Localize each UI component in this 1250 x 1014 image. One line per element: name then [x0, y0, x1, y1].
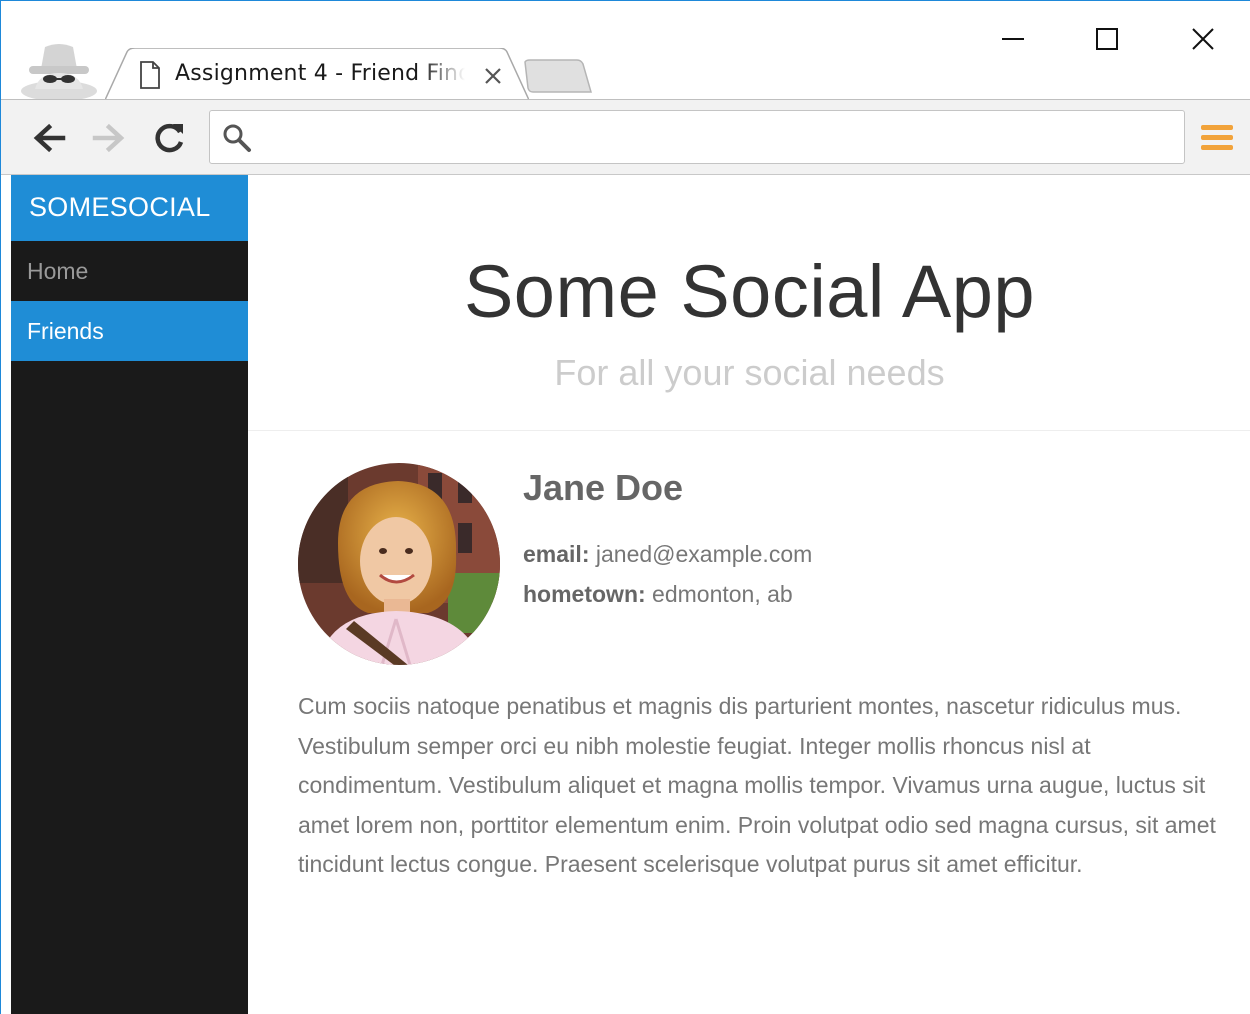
main-content: Some Social App For all your social need…: [248, 175, 1250, 1014]
profile-name: Jane Doe: [523, 467, 684, 508]
arrow-right-icon: [92, 123, 125, 153]
back-button[interactable]: [29, 118, 69, 158]
close-window-button[interactable]: [1173, 21, 1233, 57]
new-tab-button[interactable]: [521, 58, 593, 94]
sidebar: SOMESOCIAL Home Friends: [11, 175, 248, 1014]
close-icon[interactable]: [481, 64, 505, 88]
browser-menu-button[interactable]: [1197, 118, 1237, 158]
brand-link[interactable]: SOMESOCIAL: [11, 175, 248, 241]
tab-title: Assignment 4 - Friend Finder: [175, 61, 465, 86]
email-value: janed@example.com: [595, 541, 813, 567]
hometown-label: hometown:: [523, 581, 646, 607]
incognito-icon: [19, 39, 97, 101]
hamburger-menu-icon: [1201, 125, 1233, 150]
profile-hometown-line: hometown: edmonton, ab: [523, 581, 793, 608]
page-title: Some Social App: [463, 250, 1036, 333]
profile-email-line: email: janed@example.com: [523, 541, 812, 568]
hometown-value: edmonton, ab: [652, 581, 793, 607]
email-label: email:: [523, 541, 590, 567]
avatar: [298, 463, 500, 665]
arrow-left-icon: [33, 123, 66, 153]
browser-toolbar: [1, 99, 1250, 175]
tab-assignment-4[interactable]: Assignment 4 - Friend Finder: [105, 48, 529, 100]
title-bar: Assignment 4 - Friend Finder: [1, 1, 1250, 101]
document-icon: [139, 61, 161, 94]
sidebar-item-friends[interactable]: Friends: [11, 301, 248, 361]
search-icon: [222, 123, 252, 158]
reload-icon: [155, 123, 184, 153]
forward-button[interactable]: [89, 118, 129, 158]
address-bar[interactable]: [209, 110, 1185, 164]
profile-card: Jane Doe email: janed@example.com hometo…: [248, 431, 1250, 665]
reload-button[interactable]: [149, 118, 189, 158]
page-subtitle: For all your social needs: [554, 352, 945, 393]
maximize-button[interactable]: [1077, 21, 1137, 57]
address-input[interactable]: [262, 121, 1162, 153]
page-header: Some Social App For all your social need…: [248, 175, 1250, 431]
profile-bio: Cum sociis natoque penatibus et magnis d…: [298, 693, 1216, 878]
minimize-button[interactable]: [983, 21, 1043, 57]
sidebar-item-home[interactable]: Home: [11, 241, 248, 301]
browser-window: Assignment 4 - Friend Finder SOMESOCIAL …: [0, 0, 1250, 1014]
